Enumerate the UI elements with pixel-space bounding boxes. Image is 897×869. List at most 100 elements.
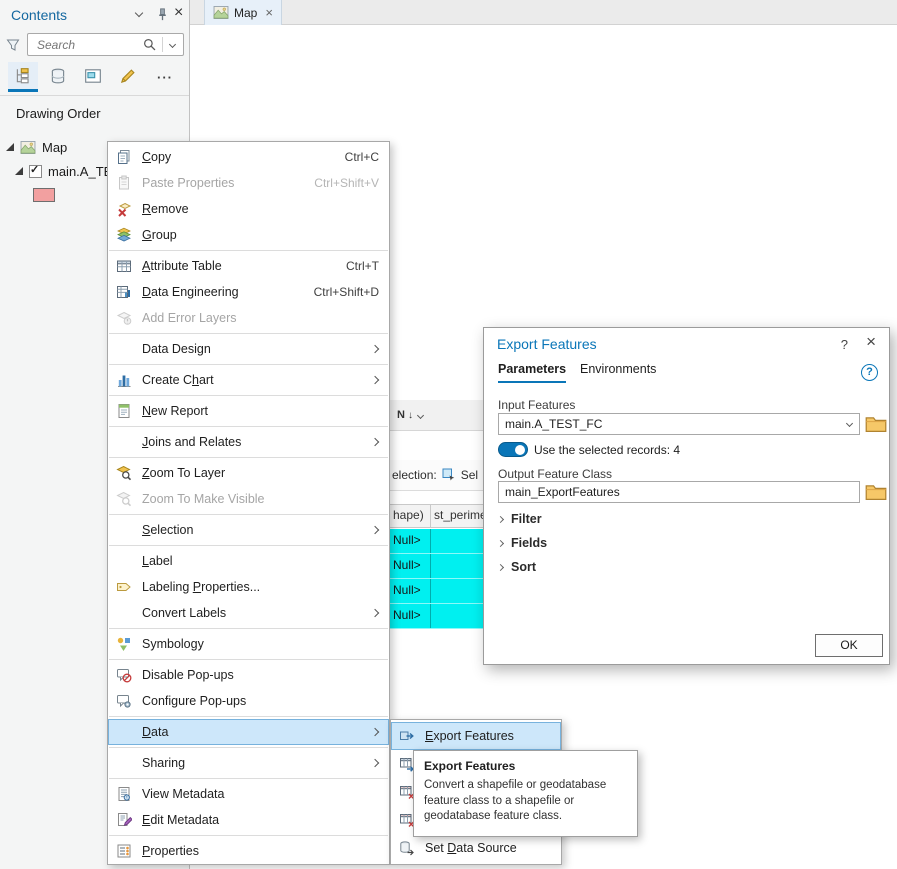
sort-button[interactable]: N ↓: [397, 405, 424, 425]
disable-popups-icon: [114, 667, 134, 683]
layer-context-menu: Copy Ctrl+C Paste Properties Ctrl+Shift+V Re…: [107, 141, 390, 865]
menu-item-data-design[interactable]: Data Design: [108, 336, 389, 362]
pane-options-chevron-icon[interactable]: [134, 8, 144, 18]
menu-item-joins-and-relates[interactable]: Joins and Relates: [108, 429, 389, 455]
add-error-layers-icon: [114, 310, 134, 326]
menu-item-sharing[interactable]: Sharing: [108, 750, 389, 776]
no-icon: [114, 724, 134, 740]
list-by-editing-icon: [119, 67, 137, 85]
search-icon[interactable]: [142, 37, 157, 52]
menu-shortcut: Ctrl+Shift+V: [314, 176, 379, 190]
browse-folder-button[interactable]: [865, 482, 887, 502]
table-cell: [431, 604, 483, 628]
set-data-source-icon: [397, 840, 417, 856]
menu-item-label: Data Design: [142, 342, 211, 356]
create-chart-icon: [114, 372, 134, 388]
table-row-selected[interactable]: Null>: [390, 604, 483, 629]
section-fields[interactable]: Fields: [496, 534, 547, 552]
layer-symbol-patch[interactable]: [33, 188, 55, 202]
filter-funnel-icon[interactable]: [5, 37, 21, 53]
menu-item-properties[interactable]: Properties: [108, 838, 389, 864]
chevron-down-icon: [416, 411, 424, 419]
table-row-selected[interactable]: Null>: [390, 579, 483, 604]
menu-separator: [109, 364, 388, 365]
list-by-data-source-button[interactable]: [43, 62, 73, 92]
menu-item-set-data-source[interactable]: Set Data Source: [391, 834, 561, 862]
list-by-data-source-icon: [49, 67, 67, 85]
menu-item-export-features[interactable]: Export Features: [391, 722, 561, 750]
tab-parameters[interactable]: Parameters: [498, 362, 567, 383]
output-feature-class-value: main_ExportFeatures: [505, 485, 620, 499]
menu-item-zoom-to-make-visible: Zoom To Make Visible: [108, 486, 389, 512]
contents-panel-title: Contents: [11, 7, 68, 23]
section-filter[interactable]: Filter: [496, 510, 542, 528]
use-selected-records-toggle[interactable]: [498, 442, 528, 457]
menu-item-label[interactable]: Label: [108, 548, 389, 574]
menu-item-disable-pop-ups[interactable]: Disable Pop-ups: [108, 662, 389, 688]
divider: [0, 95, 189, 96]
export-features-tooltip: Export Features Convert a shapefile or g…: [413, 750, 638, 837]
menu-item-configure-pop-ups[interactable]: Configure Pop-ups: [108, 688, 389, 714]
section-sort[interactable]: Sort: [496, 558, 536, 576]
attribute-table-fragment: N ↓ election: Sel hape) st_perime Null> N…: [390, 400, 483, 632]
menu-item-label: Paste Properties: [142, 176, 235, 190]
toggle-label: Use the selected records: 4: [534, 443, 681, 457]
menu-item-labeling-properties[interactable]: Labeling Properties...: [108, 574, 389, 600]
layer-visibility-checkbox[interactable]: ✓: [29, 164, 42, 178]
labeling-properties-icon: [114, 579, 134, 595]
dialog-close-icon[interactable]: ×: [866, 332, 876, 352]
tab-environments[interactable]: Environments: [580, 362, 656, 381]
menu-item-edit-metadata[interactable]: Edit Metadata: [108, 807, 389, 833]
menu-item-symbology[interactable]: Symbology: [108, 631, 389, 657]
menu-item-convert-labels[interactable]: Convert Labels: [108, 600, 389, 626]
menu-item-attribute-table[interactable]: Attribute Table Ctrl+T: [108, 253, 389, 279]
view-tab-map[interactable]: Map ×: [204, 0, 282, 25]
menu-item-zoom-to-layer[interactable]: Zoom To Layer: [108, 460, 389, 486]
output-feature-class-input[interactable]: main_ExportFeatures: [498, 481, 860, 503]
menu-separator: [109, 835, 388, 836]
tab-close-icon[interactable]: ×: [265, 5, 273, 20]
more-icon: ···: [157, 69, 173, 85]
menu-item-view-metadata[interactable]: View Metadata: [108, 781, 389, 807]
search-options-chevron-icon[interactable]: [168, 40, 177, 49]
view-tab-bar: Map ×: [190, 0, 897, 25]
menu-item-label: Add Error Layers: [142, 311, 237, 325]
input-features-combo[interactable]: main.A_TEST_FC: [498, 413, 860, 435]
expand-triangle-icon[interactable]: [15, 167, 23, 175]
menu-item-data-engineering[interactable]: Data Engineering Ctrl+Shift+D: [108, 279, 389, 305]
menu-item-data[interactable]: Data: [108, 719, 389, 745]
menu-separator: [109, 426, 388, 427]
edit-metadata-icon: [114, 812, 134, 828]
menu-item-copy[interactable]: Copy Ctrl+C: [108, 144, 389, 170]
list-by-drawing-order-button[interactable]: [8, 62, 38, 92]
column-header[interactable]: hape): [390, 505, 431, 527]
menu-item-label: Selection: [142, 523, 194, 537]
search-input[interactable]: Search: [27, 33, 184, 56]
tooltip-title: Export Features: [424, 759, 516, 773]
table-cell: Null>: [390, 579, 431, 603]
column-header[interactable]: st_perime: [431, 505, 483, 527]
parameters-help-icon[interactable]: ?: [861, 364, 878, 381]
menu-item-label: Data: [142, 725, 169, 739]
menu-item-selection[interactable]: Selection: [108, 517, 389, 543]
menu-item-remove[interactable]: Remove: [108, 196, 389, 222]
table-cell: Null>: [390, 554, 431, 578]
menu-item-group[interactable]: Group: [108, 222, 389, 248]
chevron-right-icon: [496, 563, 505, 571]
more-options-button[interactable]: ···: [150, 62, 180, 92]
select-label-fragment: Sel: [460, 468, 479, 482]
menu-item-create-chart[interactable]: Create Chart: [108, 367, 389, 393]
browse-folder-button[interactable]: [865, 414, 887, 434]
dialog-help-button[interactable]: ?: [841, 337, 848, 352]
pane-close-icon[interactable]: ×: [174, 4, 183, 22]
table-row-selected[interactable]: Null>: [390, 529, 483, 554]
list-by-editing-button[interactable]: [113, 62, 143, 92]
pin-icon[interactable]: [155, 7, 170, 22]
ok-button[interactable]: OK: [815, 634, 883, 657]
table-row-selected[interactable]: Null>: [390, 554, 483, 579]
menu-item-new-report[interactable]: New Report: [108, 398, 389, 424]
export-features-icon: [397, 728, 417, 744]
expand-triangle-icon[interactable]: [6, 143, 14, 151]
chevron-right-icon: [496, 515, 505, 523]
list-by-selection-button[interactable]: [78, 62, 108, 92]
